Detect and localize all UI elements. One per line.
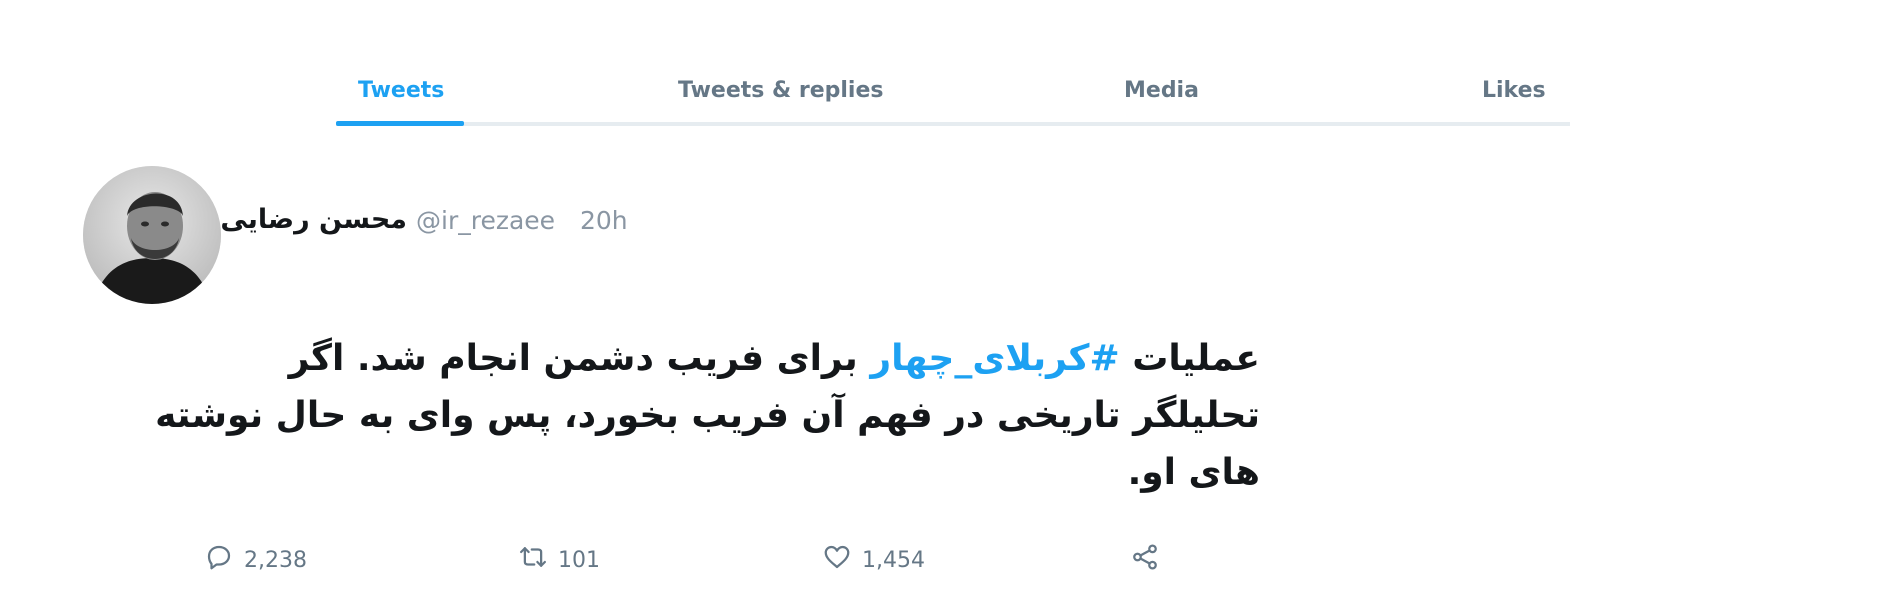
tweet-timestamp[interactable]: 20h — [580, 206, 628, 235]
tab-tweets-replies[interactable]: Tweets & replies — [678, 78, 884, 122]
display-name[interactable]: محسن رضایی — [220, 204, 407, 235]
reply-count: 2,238 — [244, 547, 307, 573]
retweet-count: 101 — [558, 547, 600, 573]
like-icon — [822, 542, 852, 578]
like-count: 1,454 — [862, 547, 925, 573]
retweet-button[interactable]: 101 — [518, 540, 600, 580]
tab-likes[interactable]: Likes — [1482, 78, 1546, 122]
tab-tweets[interactable]: Tweets — [358, 78, 444, 122]
share-button[interactable] — [1130, 540, 1160, 580]
tweet-text: عملیات #کربلای_چهار برای فریب دشمن انجام… — [150, 330, 1260, 501]
reply-icon — [204, 542, 234, 578]
profile-tabs: Tweets Tweets & replies Media Likes — [336, 60, 1570, 126]
hashtag-link[interactable]: #کربلای_چهار — [870, 338, 1119, 379]
retweet-icon — [518, 542, 548, 578]
avatar[interactable] — [83, 166, 221, 304]
tabs-divider — [336, 122, 1570, 126]
like-button[interactable]: 1,454 — [822, 540, 925, 580]
tab-media[interactable]: Media — [1124, 78, 1199, 122]
tweet-text-prefix: عملیات — [1119, 338, 1260, 379]
user-handle[interactable]: @ir_rezaee — [416, 206, 555, 235]
active-tab-indicator — [336, 121, 464, 126]
share-icon — [1130, 542, 1160, 578]
reply-button[interactable]: 2,238 — [204, 540, 307, 580]
